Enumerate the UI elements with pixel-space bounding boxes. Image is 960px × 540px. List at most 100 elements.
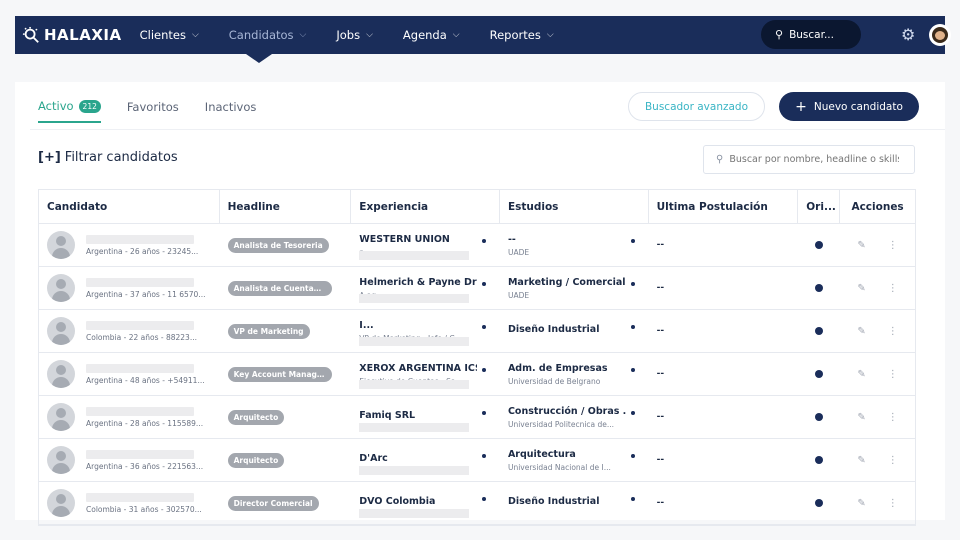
headline-pill: Analista de Tesoreria <box>227 237 329 253</box>
last-application-value: -- <box>656 240 665 250</box>
table-row[interactable]: Argentina - 28 años - 115589... Arquitec… <box>39 396 915 439</box>
tab-label: Favoritos <box>126 100 179 114</box>
more-vertical-icon[interactable]: ⋮ <box>888 283 898 294</box>
advanced-search-button[interactable]: Buscador avanzado <box>628 92 765 121</box>
candidate-cell: Argentina - 48 años - +54911... <box>39 353 220 396</box>
candidate-avatar <box>47 403 75 431</box>
gear-icon[interactable]: ⚙ <box>901 25 915 44</box>
user-avatar[interactable] <box>929 24 951 46</box>
chevron-down-icon: ⌵ <box>546 30 554 40</box>
education-cell: Marketing / Comercial... UADE <box>500 267 649 310</box>
last-application-value: -- <box>656 412 665 422</box>
experience-redacted <box>359 422 470 432</box>
table-row[interactable]: Argentina - 36 años - 221563... Arquitec… <box>39 439 915 482</box>
col-candidato[interactable]: Candidato <box>39 189 220 224</box>
experience-redacted <box>359 250 470 260</box>
col-experiencia[interactable]: Experiencia <box>351 189 500 224</box>
experience-cell: XEROX ARGENTINA ICSA Ejecutivo de Cuenta… <box>351 353 500 396</box>
experience-company: DVO Colombia <box>359 496 436 507</box>
more-vertical-icon[interactable]: ⋮ <box>888 240 898 251</box>
candidate-info: Colombia - 22 años - 88223... <box>86 320 197 342</box>
chevron-down-icon: ⌵ <box>191 30 199 40</box>
actions-cell: ✎ ⋮ <box>840 353 915 396</box>
col-estudios[interactable]: Estudios <box>500 189 649 224</box>
education-cell: -- UADE <box>500 224 649 267</box>
brand[interactable]: HALAXIA <box>22 26 122 44</box>
divider <box>30 129 945 130</box>
table-row[interactable]: Colombia - 22 años - 88223... VP de Mark… <box>39 310 915 353</box>
candidate-name-redacted <box>86 234 194 244</box>
status-dot <box>481 496 486 501</box>
actions-cell: ✎ ⋮ <box>840 396 915 439</box>
table-row[interactable]: Argentina - 26 años - 23245... Analista … <box>39 224 915 267</box>
nav-clientes[interactable]: Clientes ⌵ <box>140 16 199 54</box>
more-vertical-icon[interactable]: ⋮ <box>888 369 898 380</box>
experience-company: Helmerich & Payne Dri... <box>359 276 477 288</box>
origin-dot <box>815 499 824 507</box>
tab-inactivos[interactable]: Inactivos <box>205 100 257 122</box>
edit-icon[interactable]: ✎ <box>857 455 865 466</box>
nav-reportes[interactable]: Reportes ⌵ <box>490 16 554 54</box>
tab-activo[interactable]: Activo 212 <box>38 99 101 123</box>
last-application-value: -- <box>656 326 665 336</box>
origin-dot <box>815 370 824 378</box>
col-headline[interactable]: Headline <box>220 189 352 224</box>
nav-agenda[interactable]: Agenda ⌵ <box>403 16 460 54</box>
edit-icon[interactable]: ✎ <box>857 369 865 380</box>
status-dot <box>630 324 635 329</box>
last-application-value: -- <box>656 283 665 293</box>
more-vertical-icon[interactable]: ⋮ <box>888 498 898 509</box>
origin-cell <box>798 310 840 353</box>
education-institution: Universidad Nacional de I... <box>507 462 611 472</box>
chevron-down-icon: ⌵ <box>299 30 307 40</box>
origin-dot <box>815 456 824 464</box>
table-row[interactable]: Colombia - 31 años - 302570... Director … <box>39 482 915 525</box>
education-institution: Universidad Politecnica de... <box>507 419 615 429</box>
nav-jobs[interactable]: Jobs ⌵ <box>336 16 373 54</box>
candidate-avatar <box>47 317 75 345</box>
edit-icon[interactable]: ✎ <box>857 412 865 423</box>
origin-dot <box>815 241 824 249</box>
more-vertical-icon[interactable]: ⋮ <box>888 326 898 337</box>
global-search-button[interactable]: ⚲ Buscar... <box>761 20 861 49</box>
education-title: Construcción / Obras ... <box>507 405 626 417</box>
table-row[interactable]: Argentina - 48 años - +54911... Key Acco… <box>39 353 915 396</box>
nav-candidatos[interactable]: Candidatos ⌵ <box>229 16 307 54</box>
experience-cell: WESTERN UNIÓN n... <box>351 224 500 267</box>
table-body: Argentina - 26 años - 23245... Analista … <box>39 224 915 525</box>
candidate-name-redacted <box>86 363 194 373</box>
candidates-table: Candidato Headline Experiencia Estudios … <box>38 189 916 526</box>
edit-icon[interactable]: ✎ <box>857 240 865 251</box>
actions-cell: ✎ ⋮ <box>840 224 915 267</box>
nav-active-indicator <box>246 54 272 63</box>
more-vertical-icon[interactable]: ⋮ <box>888 455 898 466</box>
experience-redacted <box>359 336 470 346</box>
experience-cell: DVO Colombia <box>351 482 500 525</box>
origin-cell <box>798 439 840 482</box>
headline-pill: VP de Marketing <box>227 323 310 339</box>
tab-favoritos[interactable]: Favoritos <box>127 100 179 122</box>
count-badge: 212 <box>78 99 101 113</box>
main-nav: Clientes ⌵ Candidatos ⌵ Jobs ⌵ Agenda ⌵ Repo… <box>140 16 584 54</box>
headline-cell: VP de Marketing <box>220 310 352 353</box>
candidate-search-input[interactable] <box>729 154 900 165</box>
candidate-avatar <box>47 274 75 302</box>
candidate-cell: Argentina - 28 años - 115589... <box>39 396 220 439</box>
new-candidate-button[interactable]: + Nuevo candidato <box>779 92 919 121</box>
more-vertical-icon[interactable]: ⋮ <box>888 412 898 423</box>
filter-toggle[interactable]: [+] Filtrar candidatos <box>38 150 178 165</box>
candidate-cell: Argentina - 36 años - 221563... <box>39 439 220 482</box>
table-row[interactable]: Argentina - 37 años - 11 6570... Analist… <box>39 267 915 310</box>
col-origen[interactable]: Ori... <box>798 189 841 224</box>
col-ultima-postulacion[interactable]: Ultima Postulación <box>649 189 799 224</box>
edit-icon[interactable]: ✎ <box>857 498 865 509</box>
edit-icon[interactable]: ✎ <box>857 283 865 294</box>
nav-label: Candidatos <box>228 28 294 42</box>
candidate-info: Argentina - 28 años - 115589... <box>86 406 203 428</box>
actions-cell: ✎ ⋮ <box>840 482 915 525</box>
edit-icon[interactable]: ✎ <box>857 326 865 337</box>
origin-cell <box>798 396 840 439</box>
headline-cell: Director Comercial <box>220 482 352 525</box>
education-institution: Universidad de Belgrano <box>507 376 601 386</box>
candidate-search-field[interactable]: ⚲ <box>703 145 915 174</box>
